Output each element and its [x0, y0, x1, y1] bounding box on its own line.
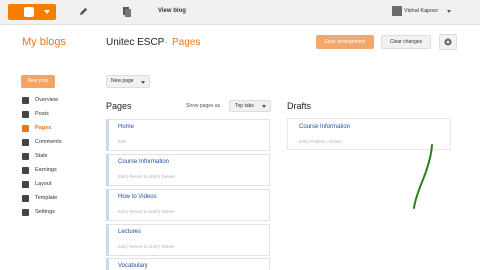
chevron-down-icon — [141, 81, 145, 84]
sidebar-item-label: Stats — [35, 153, 48, 159]
sidebar-item-comments[interactable]: Comments — [22, 138, 92, 148]
sidebar-item-label: Settings — [35, 209, 55, 215]
sidebar-item-label: Template — [35, 195, 58, 201]
sidebar-item-earnings[interactable]: Earnings — [22, 166, 92, 176]
draft-title-link[interactable]: Course Information — [299, 124, 350, 130]
overview-icon — [22, 97, 29, 104]
view-blog-link[interactable]: View blog — [158, 8, 186, 14]
layout-icon — [22, 181, 29, 188]
page-title-link[interactable]: Course Information — [118, 159, 169, 165]
sidebar-item-layout[interactable]: Layout — [22, 180, 92, 190]
page-title-link[interactable]: How to Videos — [118, 194, 157, 200]
settings-button[interactable] — [439, 34, 457, 50]
page-card[interactable]: Vocabulary — [106, 258, 270, 270]
draft-actions[interactable]: Edit | Publish | Delete — [299, 139, 342, 144]
sidebar-item-label: Posts — [35, 111, 49, 117]
sidebar-item-label: Overview — [35, 97, 58, 103]
sidebar-item-template[interactable]: Template — [22, 194, 92, 204]
page-card[interactable]: Home Edit — [106, 119, 270, 151]
drafts-heading: Drafts — [287, 101, 312, 111]
page-actions[interactable]: Edit | Revert to draft | Delete — [118, 174, 175, 179]
user-name[interactable]: Vishal Kapoor — [404, 8, 438, 14]
gear-icon — [444, 38, 452, 46]
sidebar-item-pages[interactable]: Pages — [22, 124, 92, 134]
page-title-link[interactable]: Home — [118, 124, 134, 130]
sidebar-item-posts[interactable]: Posts — [22, 110, 92, 120]
save-arrangement-button[interactable]: Save arrangement — [316, 35, 374, 49]
page-title: Pages — [172, 37, 201, 48]
new-page-label: New page — [111, 78, 134, 84]
page-card[interactable]: Lectures Edit | Revert to draft | Delete — [106, 224, 270, 256]
sidebar-item-settings[interactable]: Settings — [22, 208, 92, 218]
template-icon — [22, 195, 29, 202]
stats-icon — [22, 153, 29, 160]
earnings-icon — [22, 167, 29, 174]
page-title-link[interactable]: Lectures — [118, 229, 141, 235]
green-pen-annotation — [413, 144, 433, 209]
blogger-logo-icon[interactable] — [8, 4, 56, 20]
posts-icon — [22, 111, 29, 118]
avatar[interactable] — [392, 6, 402, 16]
new-page-dropdown[interactable]: New page — [106, 75, 150, 88]
page-card[interactable]: Course Information Edit | Revert to draf… — [106, 154, 270, 186]
page-actions[interactable]: Edit | Revert to draft | Delete — [118, 209, 175, 214]
top-bar: View blog Vishal Kapoor — [0, 0, 480, 25]
page-actions[interactable]: Edit | Revert to draft | Delete — [118, 244, 175, 249]
comments-icon — [22, 139, 29, 146]
chevron-down-icon — [262, 105, 266, 108]
sidebar-item-overview[interactable]: Overview — [22, 96, 92, 106]
sidebar-item-label: Layout — [35, 181, 52, 187]
pages-icon — [22, 125, 29, 132]
pencil-icon[interactable] — [78, 6, 89, 17]
settings-icon — [22, 209, 29, 216]
breadcrumb-separator: · — [164, 37, 168, 48]
new-post-button[interactable]: New post — [21, 75, 55, 88]
page-actions[interactable]: Edit — [118, 139, 126, 144]
page-title-link[interactable]: Vocabulary — [118, 263, 148, 269]
sidebar-item-label: Comments — [35, 139, 62, 145]
sidebar-item-label: Pages — [35, 125, 52, 131]
show-pages-as-label: Show pages as — [186, 103, 221, 109]
pages-heading: Pages — [106, 101, 132, 111]
sidebar-item-stats[interactable]: Stats — [22, 152, 92, 162]
logo-chevron-down-icon — [44, 10, 50, 14]
my-blogs-link[interactable]: My blogs — [22, 36, 66, 48]
copy-pages-icon[interactable] — [122, 6, 132, 18]
blogger-b-icon — [24, 7, 34, 17]
blog-name: Unitec ESCP — [106, 37, 165, 48]
sidebar-item-label: Earnings — [35, 167, 57, 173]
show-as-select[interactable]: Top tabs — [229, 100, 271, 112]
clear-changes-button[interactable]: Clear changes — [381, 35, 431, 49]
user-chevron-down-icon[interactable] — [447, 10, 451, 13]
page-card[interactable]: How to Videos Edit | Revert to draft | D… — [106, 189, 270, 221]
show-as-value: Top tabs — [235, 103, 254, 109]
